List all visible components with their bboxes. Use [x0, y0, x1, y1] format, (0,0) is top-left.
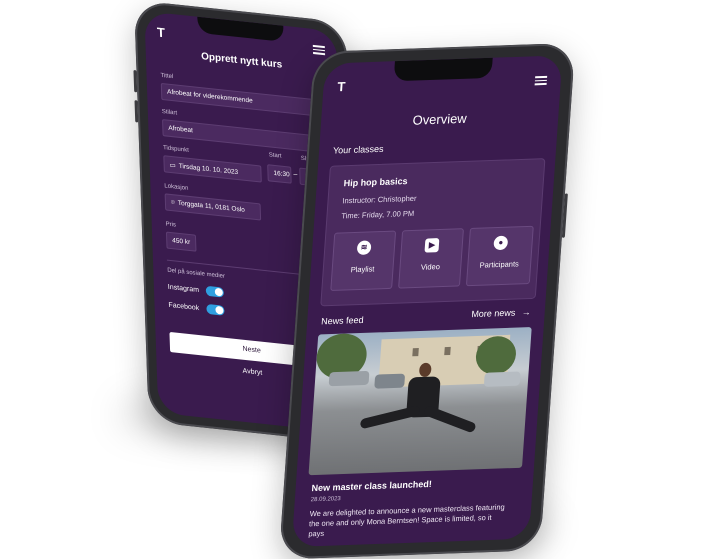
page-title: Overview: [412, 110, 468, 128]
class-time: Time: Friday, 7.00 PM: [341, 208, 415, 221]
more-news-label: More news: [471, 307, 516, 320]
instagram-toggle[interactable]: [205, 285, 225, 298]
playlist-label: Playlist: [350, 264, 375, 275]
more-news-link[interactable]: More news →: [471, 307, 531, 319]
location-value: Torggata 11, 0181 Oslo: [177, 199, 245, 214]
menu-icon[interactable]: [534, 74, 548, 87]
playlist-tile[interactable]: ≋ Playlist: [330, 230, 397, 292]
arrow-right-icon: →: [521, 307, 532, 318]
notch: [393, 57, 493, 82]
price-input[interactable]: 450 kr: [165, 231, 197, 252]
news-image[interactable]: [308, 327, 532, 476]
start-label: Start: [268, 152, 282, 160]
overview-screen: T Overview Your classes Hip hop basics I…: [291, 55, 563, 547]
spotify-icon: ≋: [356, 240, 372, 255]
news-title[interactable]: New master class launched!: [311, 479, 432, 493]
people-icon: ●: [493, 235, 509, 251]
price-label: Pris: [165, 221, 177, 229]
power-button: [561, 193, 568, 238]
instagram-label: Instagram: [167, 283, 200, 295]
phone-overview: T Overview Your classes Hip hop basics I…: [278, 42, 576, 559]
volume-button: [134, 100, 139, 123]
news-date: 28.09.2023: [310, 496, 341, 504]
car-shape: [328, 370, 370, 387]
location-label: Lokasjon: [164, 183, 189, 192]
date-input[interactable]: ▭ Tirsdag 10. 10. 2023: [163, 155, 262, 183]
share-label: Del på sosiale medier: [167, 267, 226, 280]
class-title: Hip hop basics: [343, 176, 408, 189]
menu-icon[interactable]: [312, 43, 326, 57]
calendar-icon: ▭: [169, 161, 176, 170]
news-feed-label: News feed: [320, 314, 364, 327]
page-title: Opprett nytt kurs: [200, 51, 283, 71]
title-label: Tittel: [160, 72, 174, 81]
class-instructor: Instructor: Christopher: [342, 193, 417, 206]
time-label: Tidspunkt: [162, 145, 189, 154]
youtube-icon: ▶: [424, 238, 440, 253]
volume-button: [133, 69, 138, 93]
date-value: Tirsdag 10. 10. 2023: [178, 162, 239, 177]
style-label: Stilart: [161, 108, 178, 117]
class-card[interactable]: Hip hop basics Instructor: Christopher T…: [320, 158, 546, 307]
start-time-input[interactable]: 16:30: [267, 164, 292, 184]
person-leg: [422, 404, 478, 434]
notch: [197, 16, 284, 42]
window-shape: [444, 346, 452, 355]
location-input[interactable]: ⌾ Torggata 11, 0181 Oslo: [164, 193, 262, 221]
video-label: Video: [420, 262, 441, 272]
participants-label: Participants: [479, 259, 520, 270]
car-shape: [483, 371, 521, 387]
time-separator: –: [293, 170, 298, 179]
facebook-toggle[interactable]: [206, 303, 225, 316]
video-tile[interactable]: ▶ Video: [398, 228, 464, 289]
car-shape: [374, 373, 406, 389]
your-classes-label: Your classes: [332, 143, 384, 156]
window-shape: [412, 347, 420, 357]
app-logo[interactable]: T: [337, 79, 346, 94]
style-value: Afrobeat: [168, 124, 194, 135]
pin-icon: ⌾: [170, 199, 175, 207]
participants-tile[interactable]: ● Participants: [465, 225, 534, 287]
app-logo[interactable]: T: [157, 24, 165, 40]
facebook-label: Facebook: [168, 301, 200, 313]
title-input[interactable]: Afrobeat for viderekommende: [160, 82, 322, 117]
news-body: We are delighted to announce a new maste…: [308, 502, 506, 539]
